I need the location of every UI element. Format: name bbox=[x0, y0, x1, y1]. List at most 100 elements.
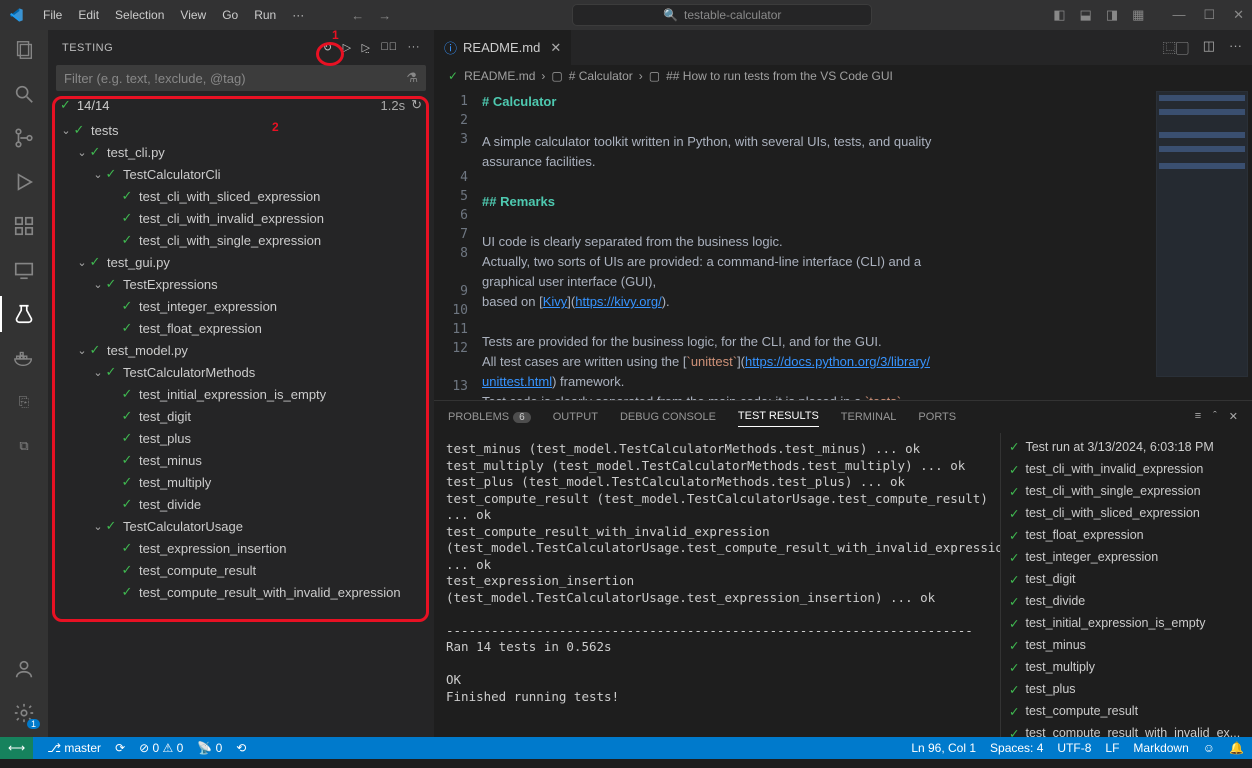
run-all-icon[interactable]: ▷ bbox=[343, 41, 352, 54]
tree-item[interactable]: ✓test_float_expression bbox=[48, 317, 434, 339]
indentation[interactable]: Spaces: 4 bbox=[990, 741, 1043, 755]
result-item[interactable]: ✓test_cli_with_invalid_expression bbox=[1009, 458, 1244, 480]
docker-icon[interactable] bbox=[12, 346, 36, 370]
tree-item[interactable]: ✓test_cli_with_single_expression bbox=[48, 229, 434, 251]
result-item[interactable]: ✓test_integer_expression bbox=[1009, 546, 1244, 568]
tree-item[interactable]: ⌄✓TestCalculatorUsage bbox=[48, 515, 434, 537]
remote-indicator[interactable]: ⟷ bbox=[0, 737, 33, 759]
result-item[interactable]: ✓test_cli_with_sliced_expression bbox=[1009, 502, 1244, 524]
tree-item[interactable]: ⌄✓TestCalculatorCli bbox=[48, 163, 434, 185]
tree-item[interactable]: ✓test_multiply bbox=[48, 471, 434, 493]
breadcrumb-2[interactable]: ## How to run tests from the VS Code GUI bbox=[666, 69, 893, 83]
tree-item[interactable]: ⌄✓tests bbox=[48, 119, 434, 141]
cursor-position[interactable]: Ln 96, Col 1 bbox=[911, 741, 976, 755]
errors-indicator[interactable]: ⊘ 0 ⚠ 0 bbox=[139, 741, 183, 755]
test-filter-input[interactable]: Filter (e.g. text, !exclude, @tag) ⚗ bbox=[56, 65, 426, 91]
testing-icon[interactable] bbox=[12, 302, 36, 326]
nav-back-icon[interactable]: ← bbox=[351, 8, 364, 23]
tree-item[interactable]: ✓test_compute_result_with_invalid_expres… bbox=[48, 581, 434, 603]
language-mode[interactable]: Markdown bbox=[1133, 741, 1188, 755]
result-item[interactable]: ✓test_divide bbox=[1009, 590, 1244, 612]
result-item[interactable]: ✓test_digit bbox=[1009, 568, 1244, 590]
more-tab-icon[interactable]: ··· bbox=[1229, 38, 1242, 57]
run-debug-icon[interactable] bbox=[12, 170, 36, 194]
ports-indicator[interactable]: 📡 0 bbox=[197, 741, 222, 755]
command-center[interactable]: 🔍 testable-calculator bbox=[572, 4, 872, 26]
result-item[interactable]: ✓test_plus bbox=[1009, 678, 1244, 700]
tab-problems[interactable]: PROBLEMS6 bbox=[448, 407, 531, 427]
result-item[interactable]: ✓test_compute_result_with_invalid_ex... bbox=[1009, 722, 1244, 737]
tree-item[interactable]: ✓test_initial_expression_is_empty bbox=[48, 383, 434, 405]
extensions-icon[interactable] bbox=[12, 214, 36, 238]
account-icon[interactable] bbox=[12, 657, 36, 681]
layout-bottom-icon[interactable]: ⬓ bbox=[1080, 7, 1092, 23]
menu-go[interactable]: Go bbox=[215, 6, 245, 24]
tree-item[interactable]: ✓test_digit bbox=[48, 405, 434, 427]
source-control-icon[interactable] bbox=[12, 126, 36, 150]
sync-icon[interactable]: ⟳ bbox=[115, 741, 125, 755]
tree-item[interactable]: ✓test_minus bbox=[48, 449, 434, 471]
breadcrumb[interactable]: ✓ README.md ›▢ # Calculator ›▢ ## How to… bbox=[434, 65, 1252, 87]
menu-file[interactable]: File bbox=[36, 6, 69, 24]
feedback-icon[interactable]: ☺ bbox=[1203, 741, 1215, 755]
breadcrumb-0[interactable]: README.md bbox=[464, 69, 535, 83]
result-item[interactable]: ✓test_cli_with_single_expression bbox=[1009, 480, 1244, 502]
tree-item[interactable]: ⌄✓test_model.py bbox=[48, 339, 434, 361]
close-tab-icon[interactable]: ✕ bbox=[550, 40, 561, 56]
preview-icon[interactable]: ⿺▢ bbox=[1163, 38, 1189, 57]
result-item[interactable]: ✓test_minus bbox=[1009, 634, 1244, 656]
menu-selection[interactable]: Selection bbox=[108, 6, 171, 24]
menu-···[interactable]: ··· bbox=[285, 6, 311, 24]
result-item[interactable]: ✓test_float_expression bbox=[1009, 524, 1244, 546]
result-item[interactable]: ✓test_compute_result bbox=[1009, 700, 1244, 722]
more-icon[interactable]: ··· bbox=[408, 41, 421, 54]
tree-item[interactable]: ⌄✓test_cli.py bbox=[48, 141, 434, 163]
notifications-icon[interactable]: 🔔 bbox=[1229, 741, 1244, 755]
settings-gear-icon[interactable]: 1 bbox=[12, 701, 36, 725]
tab-terminal[interactable]: TERMINAL bbox=[841, 407, 897, 427]
remote-window-icon[interactable]: ⧉ bbox=[12, 434, 36, 458]
panel-close-icon[interactable]: ✕ bbox=[1229, 410, 1238, 423]
menu-edit[interactable]: Edit bbox=[71, 6, 106, 24]
debug-all-icon[interactable]: ▷̤ bbox=[362, 41, 371, 54]
tree-item[interactable]: ⌄✓TestExpressions bbox=[48, 273, 434, 295]
minimap[interactable] bbox=[1152, 87, 1252, 400]
menu-run[interactable]: Run bbox=[247, 6, 283, 24]
layout-right-icon[interactable]: ◨ bbox=[1106, 7, 1118, 23]
minimize-icon[interactable]: — bbox=[1172, 7, 1185, 23]
remote-explorer-icon[interactable] bbox=[12, 258, 36, 282]
branch-indicator[interactable]: ⎇ master bbox=[47, 741, 101, 755]
tree-item[interactable]: ✓test_cli_with_sliced_expression bbox=[48, 185, 434, 207]
result-item[interactable]: ✓test_multiply bbox=[1009, 656, 1244, 678]
panel-maximize-icon[interactable]: ˆ bbox=[1213, 410, 1217, 423]
tree-item[interactable]: ✓test_divide bbox=[48, 493, 434, 515]
tree-item[interactable]: ✓test_integer_expression bbox=[48, 295, 434, 317]
test-output[interactable]: test_minus (test_model.TestCalculatorMet… bbox=[434, 433, 1000, 737]
test-results-list[interactable]: ✓Test run at 3/13/2024, 6:03:18 PM ✓test… bbox=[1000, 433, 1252, 737]
eol[interactable]: LF bbox=[1105, 741, 1119, 755]
tab-debug-console[interactable]: DEBUG CONSOLE bbox=[620, 407, 716, 427]
tree-item[interactable]: ⌄✓TestCalculatorMethods bbox=[48, 361, 434, 383]
rerun-icon[interactable]: ↻ bbox=[411, 97, 422, 113]
tree-item[interactable]: ✓test_plus bbox=[48, 427, 434, 449]
tab-readme[interactable]: ⓘ README.md ✕ bbox=[434, 30, 572, 65]
refresh-icon[interactable]: ↻ bbox=[323, 41, 333, 54]
show-output-icon[interactable]: ▢⃕ bbox=[381, 41, 398, 54]
menu-view[interactable]: View bbox=[173, 6, 213, 24]
layout-grid-icon[interactable]: ▦ bbox=[1132, 7, 1144, 23]
live-share-icon[interactable]: ⎘ bbox=[12, 390, 36, 414]
search-icon[interactable] bbox=[12, 82, 36, 106]
code-area[interactable]: # Calculator A simple calculator toolkit… bbox=[482, 87, 1152, 400]
tab-test-results[interactable]: TEST RESULTS bbox=[738, 406, 819, 427]
result-item[interactable]: ✓test_initial_expression_is_empty bbox=[1009, 612, 1244, 634]
panel-filter-icon[interactable]: ≡ bbox=[1195, 410, 1201, 423]
tree-item[interactable]: ✓test_expression_insertion bbox=[48, 537, 434, 559]
live-share-status[interactable]: ⟲ bbox=[236, 741, 246, 755]
encoding[interactable]: UTF-8 bbox=[1057, 741, 1091, 755]
layout-left-icon[interactable]: ◧ bbox=[1053, 7, 1065, 23]
split-icon[interactable]: ◫ bbox=[1203, 38, 1215, 57]
nav-forward-icon[interactable]: → bbox=[378, 8, 391, 23]
tree-item[interactable]: ⌄✓test_gui.py bbox=[48, 251, 434, 273]
tree-item[interactable]: ✓test_cli_with_invalid_expression bbox=[48, 207, 434, 229]
test-tree[interactable]: ⌄✓tests⌄✓test_cli.py⌄✓TestCalculatorCli✓… bbox=[48, 119, 434, 611]
